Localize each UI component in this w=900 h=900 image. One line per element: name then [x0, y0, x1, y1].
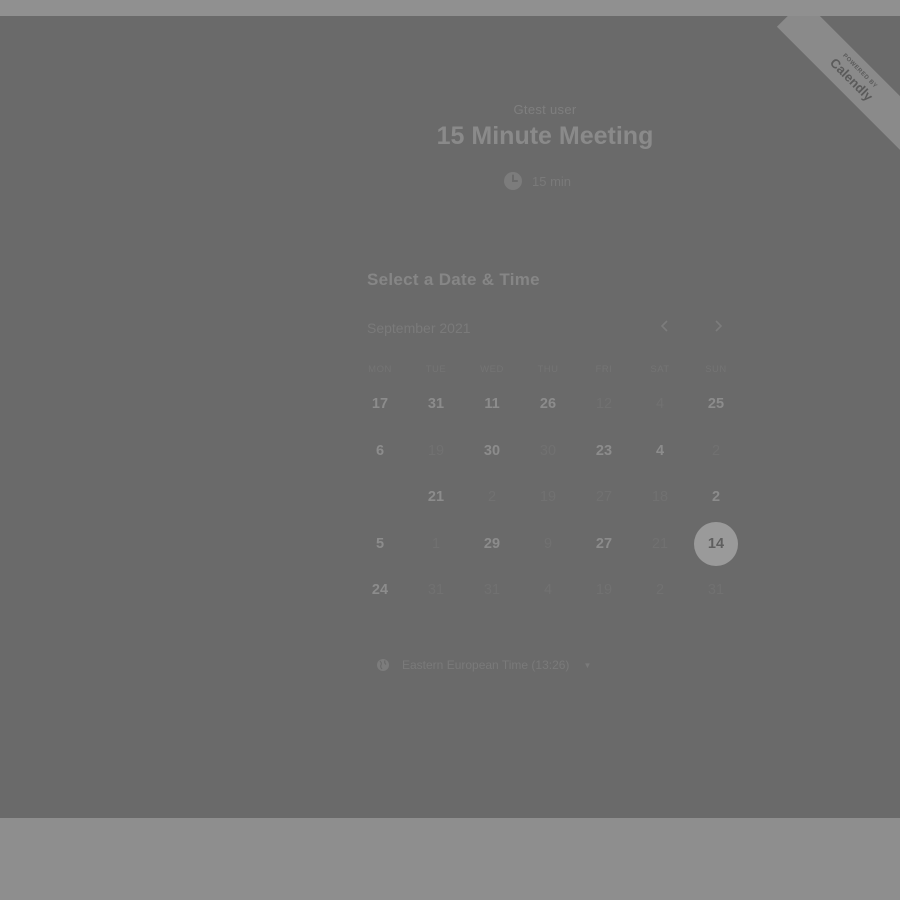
calendar-day[interactable]: 27 [576, 521, 632, 568]
bottom-strip [0, 818, 900, 900]
calendar-day-number: 30 [539, 442, 557, 459]
calendar-day: 19 [408, 428, 464, 475]
calendar-day: 18 [632, 474, 688, 521]
weekday-label: TUE [425, 364, 447, 375]
calendar-day: 31 [688, 567, 744, 614]
calendar-day[interactable]: 26 [520, 381, 576, 428]
calendar-day[interactable]: 31 [408, 381, 464, 428]
calendar-day-number: 27 [595, 535, 613, 552]
calendly-logo-text: Calendly [827, 55, 876, 104]
calendar-day[interactable]: 23 [576, 428, 632, 475]
calendar-day: 1 [408, 521, 464, 568]
calendar-day-number: 19 [539, 489, 557, 506]
event-duration: 15 min [503, 171, 571, 191]
calendar-day[interactable]: 24 [352, 567, 408, 614]
calendar-day-number: 31 [427, 582, 445, 599]
weekday-label: WED [480, 364, 504, 375]
chevron-right-icon [713, 319, 723, 337]
calendar-day-number: 9 [543, 535, 553, 552]
calendar-day-number [358, 475, 402, 519]
calendar-day[interactable]: 25 [688, 381, 744, 428]
globe-icon [376, 658, 390, 672]
calendar-day[interactable]: 30 [464, 428, 520, 475]
duration-label: 15 min [532, 173, 572, 189]
chevron-left-icon [660, 319, 670, 337]
calendar-day-number: 11 [484, 396, 500, 413]
calendar-day-number: 2 [711, 489, 721, 506]
calendar-day [352, 474, 408, 521]
calendar-day-number: 2 [711, 442, 721, 459]
calendar-day: 30 [520, 428, 576, 475]
powered-by-calendly-badge[interactable]: POWERED BY Calendly [776, 16, 900, 155]
weekday-header-row: MON TUE WED THU FRI SAT SUN [352, 364, 744, 375]
timezone-selector[interactable]: Eastern European Time (13:26) ▼ [376, 658, 591, 672]
calendar-day[interactable]: 5 [352, 521, 408, 568]
weekday-label: THU [537, 364, 559, 375]
calendar-day-selected[interactable]: 14 [688, 521, 744, 568]
calendar-day-number: 1 [431, 535, 441, 552]
event-owner-name: Gtest user [513, 102, 577, 117]
calendar-day-number: 26 [539, 396, 557, 413]
calendar-day: 2 [688, 428, 744, 475]
calendar-day-number: 18 [651, 489, 669, 506]
calendar-day: 31 [408, 567, 464, 614]
calendar-day: 19 [520, 474, 576, 521]
calendar-day-number: 12 [595, 396, 613, 413]
calendar-day: 19 [576, 567, 632, 614]
calendar-grid: 17 31 11 26 12 4 25 6 19 30 30 23 4 2 21 2 19 27 18 2 5 1 29 9 2… [352, 381, 744, 614]
calendar-day-number: 19 [427, 442, 445, 459]
calendar-day-number: 31 [427, 396, 445, 413]
caret-down-icon: ▼ [583, 660, 592, 670]
calendar-day-number: 14 [694, 521, 738, 566]
calendar-day-number: 21 [651, 535, 669, 552]
timezone-label: Eastern European Time (13:26) [402, 658, 570, 672]
calendar-day[interactable]: 4 [632, 428, 688, 475]
calendar-day-number: 31 [707, 582, 725, 599]
calendar-day-number: 23 [595, 442, 613, 459]
calendar-day-number: 2 [655, 582, 665, 599]
calendar-day: 2 [464, 474, 520, 521]
calendar-day-number: 4 [655, 396, 665, 413]
top-strip [0, 0, 900, 16]
calendar-day-number: 4 [655, 442, 665, 459]
date-time-heading: Select a Date & Time [367, 270, 540, 289]
calendar-day-number: 17 [371, 396, 389, 413]
calendar-day-number: 25 [707, 396, 725, 413]
weekday-label: FRI [595, 364, 613, 375]
calendar-day[interactable]: 17 [352, 381, 408, 428]
calendar-day: 9 [520, 521, 576, 568]
event-title: 15 Minute Meeting [436, 122, 654, 150]
calendar-day-number: 30 [483, 442, 501, 459]
calendar-day-number: 21 [427, 489, 445, 506]
calendar-day: 21 [632, 521, 688, 568]
calendar-day[interactable]: 29 [464, 521, 520, 568]
calendar-day-number: 29 [483, 535, 501, 552]
calendar-day: 4 [520, 567, 576, 614]
calendar-day: 2 [632, 567, 688, 614]
weekday-label: SAT [650, 364, 670, 375]
calendar-day-number: 5 [375, 535, 385, 552]
calendar-day-number: 31 [483, 582, 501, 599]
calendar-day-number: 6 [375, 442, 385, 459]
clock-icon [503, 171, 523, 191]
calendar-day-number: 4 [543, 582, 553, 599]
previous-month-button[interactable] [653, 316, 677, 340]
weekday-label: MON [368, 364, 392, 375]
calendar-day[interactable]: 6 [352, 428, 408, 475]
booking-panel: POWERED BY Calendly Gtest user 15 Minute… [0, 16, 900, 818]
calendar-day: 12 [576, 381, 632, 428]
weekday-label: SUN [705, 364, 727, 375]
month-label: September 2021 [367, 320, 471, 336]
calendar-day-number: 19 [595, 582, 613, 599]
next-month-button[interactable] [706, 316, 730, 340]
calendar-day: 27 [576, 474, 632, 521]
calendar-day[interactable]: 11 [464, 381, 520, 428]
calendar-day: 31 [464, 567, 520, 614]
calendar-day-number: 24 [371, 582, 389, 599]
calendar-day-number: 27 [595, 489, 613, 506]
calendar-day-number: 2 [487, 489, 497, 506]
calendar-day[interactable]: 2 [688, 474, 744, 521]
calendar-day[interactable]: 21 [408, 474, 464, 521]
calendar-day: 4 [632, 381, 688, 428]
